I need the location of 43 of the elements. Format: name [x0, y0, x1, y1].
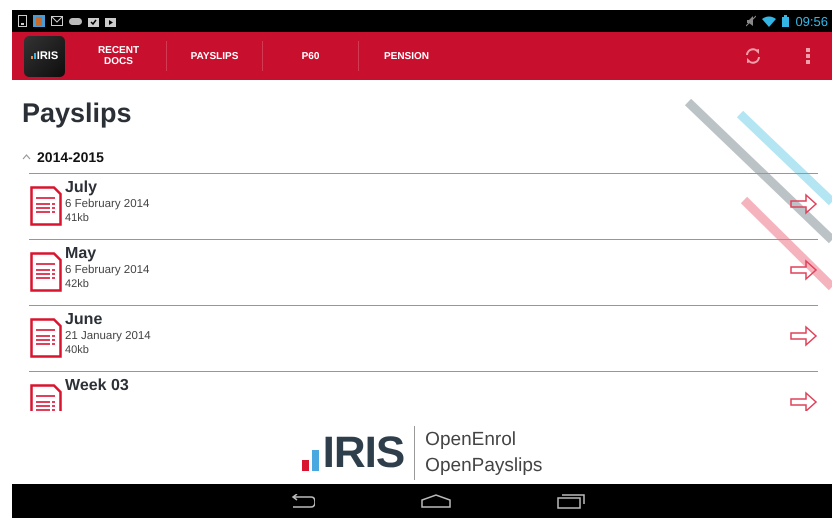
wifi-icon — [762, 16, 776, 26]
mail-icon — [51, 16, 63, 26]
document-icon — [30, 318, 62, 358]
payslip-date: 6 February 2014 — [65, 197, 150, 212]
document-icon — [30, 186, 62, 226]
caret-icon[interactable] — [22, 154, 31, 160]
arrow-right-icon[interactable] — [790, 258, 818, 282]
app-thumbnail-icon — [33, 15, 45, 27]
muted-icon — [746, 15, 756, 27]
arrow-right-icon[interactable] — [790, 324, 818, 348]
nav-tab[interactable]: P60 — [263, 41, 358, 71]
payslip-date: 6 February 2014 — [65, 263, 150, 278]
product-name: OpenPayslips — [425, 454, 542, 478]
home-icon[interactable] — [420, 494, 452, 508]
arrow-right-icon[interactable] — [790, 192, 818, 216]
file-size: 40kb — [65, 344, 90, 357]
document-icon — [30, 252, 62, 292]
section-header[interactable]: 2014-2015 — [37, 149, 104, 165]
page-title: Payslips — [22, 98, 133, 129]
iris-brand-logo: IRIS — [302, 428, 404, 478]
play-bag-icon — [105, 15, 116, 27]
arrow-right-icon[interactable] — [790, 390, 818, 411]
payslip-title: July — [65, 178, 98, 197]
file-size: 42kb — [65, 278, 90, 291]
phone-icon — [18, 15, 27, 27]
product-name: OpenEnrol — [425, 428, 518, 452]
gamepad-icon — [69, 16, 82, 26]
nav-tab[interactable]: PAYSLIPS — [167, 41, 262, 71]
back-icon[interactable] — [289, 494, 315, 508]
refresh-icon[interactable] — [744, 47, 762, 65]
clock-time: 09:56 — [795, 14, 828, 28]
checked-bag-icon — [88, 15, 99, 27]
payslip-title: May — [65, 244, 98, 263]
payslip-title: June — [65, 310, 104, 329]
payslip-title: Week 03 — [65, 376, 130, 395]
iris-app-logo[interactable]: IRIS — [24, 36, 65, 76]
nav-tab[interactable]: PENSION — [359, 41, 454, 71]
nav-tab[interactable]: RECENT DOCS — [71, 41, 166, 71]
payslip-date: 21 January 2014 — [65, 329, 152, 344]
overflow-menu-icon[interactable] — [806, 48, 810, 64]
battery-icon — [782, 15, 790, 27]
file-size: 41kb — [65, 212, 90, 225]
recent-apps-icon[interactable] — [557, 493, 585, 509]
